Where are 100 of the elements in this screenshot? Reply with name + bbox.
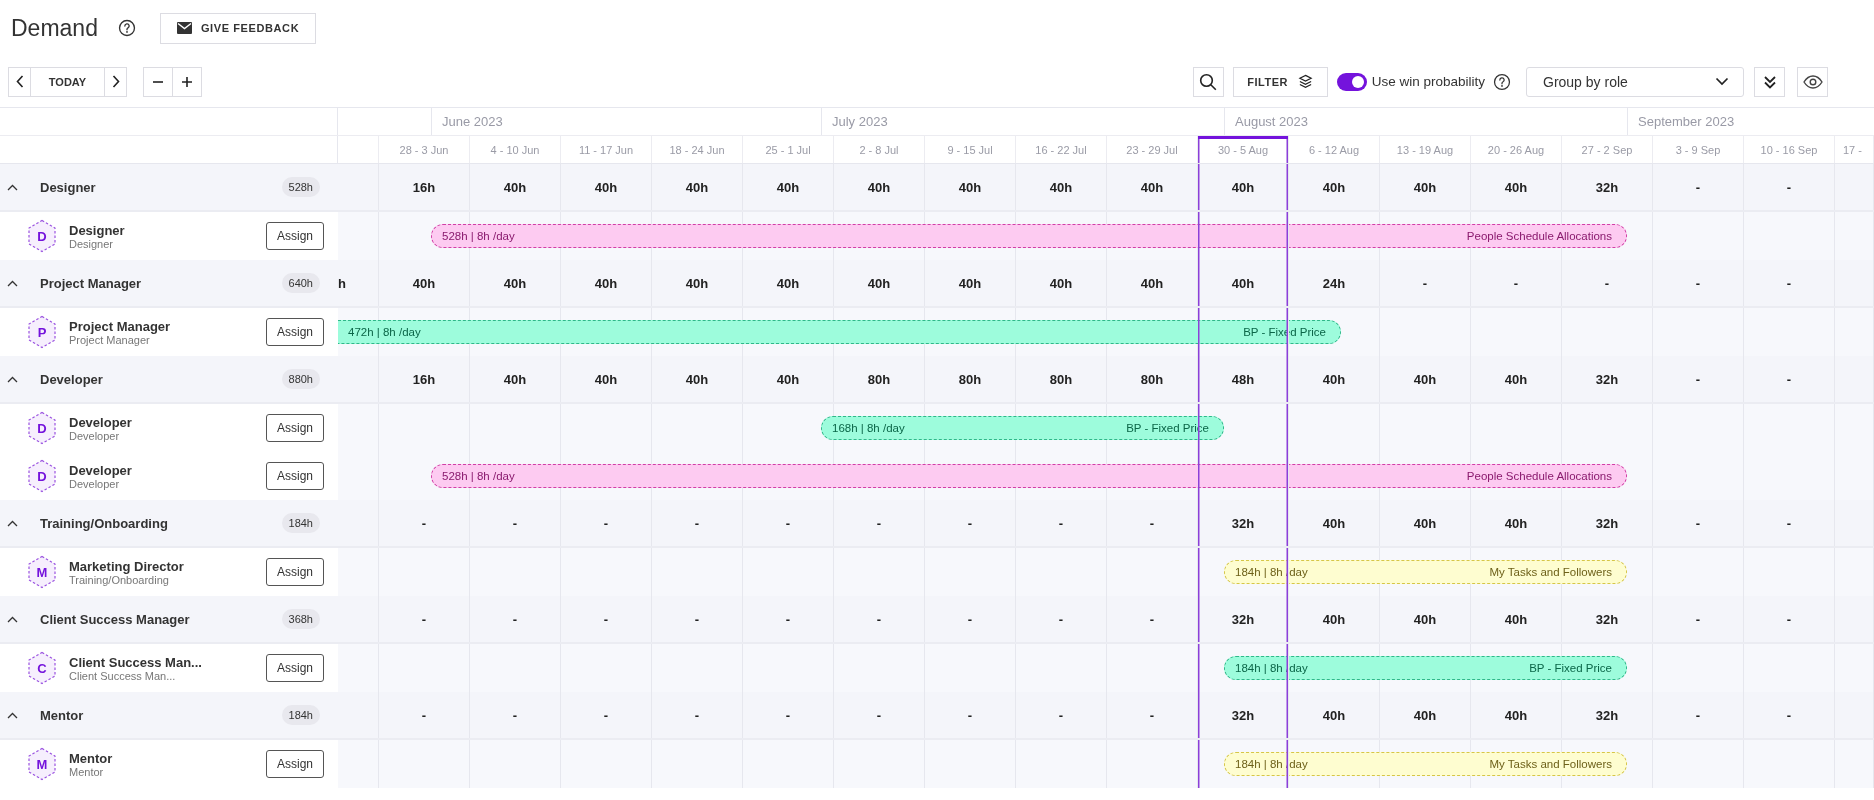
- win-probability-toggle[interactable]: [1336, 72, 1367, 91]
- week-header: 16 - 22 Jul: [1016, 136, 1107, 163]
- allocation-source: My Tasks and Followers: [1489, 566, 1612, 578]
- hours-cell: 32h: [1231, 707, 1255, 723]
- week-header: 30 - 5 Aug: [1198, 136, 1289, 163]
- hours-cell: 40h: [503, 275, 527, 291]
- group-by-dropdown[interactable]: Group by role: [1526, 66, 1744, 97]
- caret-icon[interactable]: [7, 519, 18, 527]
- allocation-hours: 528h | 8h /day: [442, 230, 515, 242]
- hours-cell: -: [694, 611, 700, 627]
- month-label: June 2023: [442, 114, 503, 129]
- caret-icon[interactable]: [7, 279, 18, 287]
- group-name: Training/Onboarding: [40, 515, 169, 531]
- week-header: 11 - 17 Jun: [561, 136, 652, 163]
- hours-cell: 32h: [1595, 515, 1619, 531]
- allocation-hours: 168h | 8h /day: [832, 422, 905, 434]
- allocation-hours: 528h | 8h /day: [442, 470, 515, 482]
- hours-cell: -: [1695, 707, 1701, 723]
- month-label: August 2023: [1235, 114, 1308, 129]
- hours-cell: -: [876, 707, 882, 723]
- filter-button[interactable]: FILTER: [1232, 66, 1328, 97]
- zoom-out-button[interactable]: [143, 66, 173, 97]
- visibility-button[interactable]: [1797, 66, 1828, 97]
- assign-button[interactable]: Assign: [266, 462, 324, 490]
- hours-cell: -: [1695, 275, 1701, 291]
- group-name: Client Success Manager: [40, 611, 191, 627]
- hours-cell: 40h: [594, 179, 618, 195]
- person-role: Developer: [69, 477, 120, 490]
- group-name: Mentor: [40, 707, 85, 723]
- hours-cell: 16h: [412, 179, 436, 195]
- hours-cell: 40h: [1231, 179, 1255, 195]
- double-chevron-down-icon: [1762, 73, 1777, 90]
- win-probability-label: Use win probability: [1371, 74, 1485, 89]
- allocation-source: BP - Fixed Price: [1529, 662, 1612, 674]
- help-icon[interactable]: [1493, 72, 1511, 91]
- assign-button[interactable]: Assign: [266, 654, 324, 682]
- next-button[interactable]: [104, 66, 127, 97]
- person-name: Mentor: [69, 750, 114, 766]
- person-name: Designer: [69, 222, 126, 238]
- hours-cell: -: [603, 515, 609, 531]
- hours-cell: -: [1604, 275, 1610, 291]
- hours-cell: -: [421, 611, 427, 627]
- caret-icon[interactable]: [7, 711, 18, 719]
- hours-cell: 32h: [1595, 611, 1619, 627]
- hours-cell: 16h: [412, 371, 436, 387]
- group-name: Designer: [40, 179, 97, 195]
- hours-cell: -: [694, 707, 700, 723]
- hours-cell: 40h: [1413, 707, 1437, 723]
- hours-cell: -: [1149, 611, 1155, 627]
- week-header: 13 - 19 Aug: [1380, 136, 1471, 163]
- person-role: Project Manager: [69, 333, 150, 346]
- hours-cell: -: [967, 707, 973, 723]
- hours-cell: 40h: [1504, 707, 1528, 723]
- today-button[interactable]: TODAY: [30, 66, 105, 97]
- assign-button[interactable]: Assign: [266, 318, 324, 346]
- month-label: July 2023: [832, 114, 888, 129]
- week-header: 20 - 26 Aug: [1471, 136, 1562, 163]
- hours-cell: 48h: [1231, 371, 1255, 387]
- hours-cell: h: [338, 275, 346, 291]
- hours-cell: 80h: [958, 371, 982, 387]
- assign-button[interactable]: Assign: [266, 414, 324, 442]
- avatar: D: [27, 411, 57, 445]
- hours-cell: 40h: [958, 179, 982, 195]
- allocation-source: People Schedule Allocations: [1466, 470, 1612, 482]
- give-feedback-button[interactable]: GIVE FEEDBACK: [159, 12, 317, 44]
- week-header: 17 -: [1835, 136, 1874, 163]
- assign-button[interactable]: Assign: [266, 222, 324, 250]
- hours-cell: 40h: [1049, 179, 1073, 195]
- hours-cell: 40h: [776, 179, 800, 195]
- hours-cell: -: [1149, 515, 1155, 531]
- allocation-source: My Tasks and Followers: [1489, 758, 1612, 770]
- avatar: D: [27, 459, 57, 493]
- hours-cell: 40h: [1322, 371, 1346, 387]
- avatar: D: [27, 219, 57, 253]
- caret-icon[interactable]: [7, 183, 18, 191]
- hours-cell: 40h: [1322, 179, 1346, 195]
- avatar: C: [27, 651, 57, 685]
- hours-cell: 40h: [1322, 611, 1346, 627]
- hours-cell: -: [1786, 275, 1792, 291]
- previous-button[interactable]: [8, 66, 31, 97]
- allocation-source: People Schedule Allocations: [1466, 230, 1612, 242]
- search-button[interactable]: [1192, 66, 1224, 97]
- person-role: Developer: [69, 429, 120, 442]
- hours-cell: -: [603, 611, 609, 627]
- zoom-in-button[interactable]: [172, 66, 202, 97]
- caret-icon[interactable]: [7, 615, 18, 623]
- hours-cell: 32h: [1595, 179, 1619, 195]
- allocation-bar[interactable]: 528h | 8h /day People Schedule Allocations: [431, 464, 1627, 488]
- person-name: Project Manager: [69, 318, 172, 334]
- help-icon[interactable]: [117, 19, 136, 37]
- hours-total-badge: 184h: [281, 705, 320, 725]
- allocation-bar[interactable]: 528h | 8h /day People Schedule Allocations: [431, 224, 1627, 248]
- assign-button[interactable]: Assign: [266, 558, 324, 586]
- assign-button[interactable]: Assign: [266, 750, 324, 778]
- caret-icon[interactable]: [7, 375, 18, 383]
- hours-cell: 40h: [685, 179, 709, 195]
- collapse-all-button[interactable]: [1754, 66, 1785, 97]
- hours-cell: -: [1695, 179, 1701, 195]
- hours-cell: 40h: [1049, 275, 1073, 291]
- hours-cell: -: [1422, 275, 1428, 291]
